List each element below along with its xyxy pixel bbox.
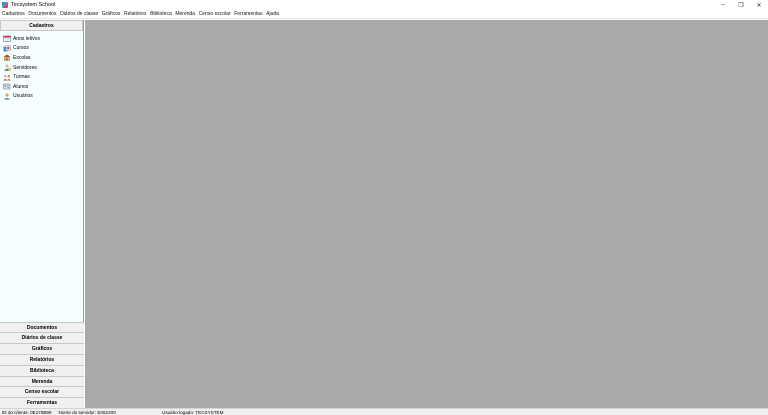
window-controls: – ❐ ✕	[714, 0, 768, 10]
menu-cadastros[interactable]: Cadastros	[2, 11, 25, 17]
section-relatorios[interactable]: Relatórios	[0, 354, 84, 365]
logged-user-status: Usuário logado: TECSYSTEM	[162, 409, 224, 415]
sidebar-header-cadastros[interactable]: Cadastros	[0, 20, 83, 31]
section-ferramentas[interactable]: Ferramentas	[0, 397, 84, 408]
courses-icon	[3, 45, 11, 52]
user-icon	[3, 93, 11, 100]
sidebar-item-alunos[interactable]: Alunos	[0, 82, 83, 92]
cadastros-list: Anos letivos Cursos Escolas Servidores T…	[0, 31, 83, 101]
sidebar-item-label: Cursos	[13, 45, 29, 52]
sidebar: Cadastros Anos letivos Cursos Escolas Se…	[0, 20, 84, 408]
section-documentos[interactable]: Documentos	[0, 321, 84, 333]
tecsystem-app-icon	[2, 2, 8, 8]
status-bar: ID do cliente: 0E176B98 Nome do servidor…	[0, 408, 768, 415]
menu-graficos[interactable]: Gráficos	[102, 11, 121, 17]
sidebar-item-label: Alunos	[13, 83, 29, 90]
sidebar-item-label: Turmas	[13, 74, 30, 81]
menu-relatorios[interactable]: Relatórios	[124, 11, 147, 17]
section-censo-escolar[interactable]: Censo escolar	[0, 386, 84, 398]
sidebar-item-escolas[interactable]: Escolas	[0, 53, 83, 63]
sidebar-item-turmas[interactable]: Turmas	[0, 72, 83, 82]
sidebar-item-servidores[interactable]: Servidores	[0, 63, 83, 73]
calendar-icon	[3, 35, 11, 43]
menu-ajuda[interactable]: Ajuda	[266, 11, 279, 17]
staff-icon	[3, 64, 11, 71]
section-biblioteca[interactable]: Biblioteca	[0, 364, 84, 376]
sidebar-item-usuarios[interactable]: Usuários	[0, 92, 83, 102]
window-title: Tecsystem School	[11, 2, 56, 8]
minimize-button[interactable]: –	[714, 0, 732, 10]
section-merenda[interactable]: Merenda	[0, 375, 84, 387]
menu-ferramentas[interactable]: Ferramentas	[234, 11, 262, 17]
sidebar-item-label: Anos letivos	[13, 35, 40, 42]
restore-button[interactable]: ❐	[732, 0, 750, 10]
close-button[interactable]: ✕	[750, 0, 768, 10]
section-diarios-de-classe[interactable]: Diários de classe	[0, 332, 84, 344]
sidebar-item-label: Escolas	[13, 54, 31, 61]
sidebar-item-label: Servidores	[13, 64, 37, 71]
main-workspace	[85, 20, 768, 408]
school-icon	[3, 54, 11, 62]
menu-biblioteca[interactable]: Biblioteca	[150, 11, 172, 17]
menu-documentos[interactable]: Documentos	[28, 11, 56, 17]
students-icon	[3, 83, 11, 90]
menu-diarios-de-classe[interactable]: Diários de classe	[60, 11, 98, 17]
menu-censo-escolar[interactable]: Censo escolar	[199, 11, 231, 17]
sidebar-item-cursos[interactable]: Cursos	[0, 44, 83, 54]
menu-merenda[interactable]: Merenda	[175, 11, 195, 17]
server-name-status: Nome do servidor: E062200	[58, 409, 116, 415]
title-bar: Tecsystem School – ❐ ✕	[0, 0, 768, 10]
classes-icon	[3, 74, 11, 81]
sidebar-item-anos-letivos[interactable]: Anos letivos	[0, 34, 83, 44]
menu-bar: Cadastros Documentos Diários de classe G…	[0, 10, 768, 19]
sidebar-item-label: Usuários	[13, 93, 33, 100]
sidebar-sections: Documentos Diários de classe Gráficos Re…	[0, 321, 84, 408]
client-id-status: ID do cliente: 0E176B98	[2, 409, 52, 415]
section-graficos[interactable]: Gráficos	[0, 343, 84, 355]
